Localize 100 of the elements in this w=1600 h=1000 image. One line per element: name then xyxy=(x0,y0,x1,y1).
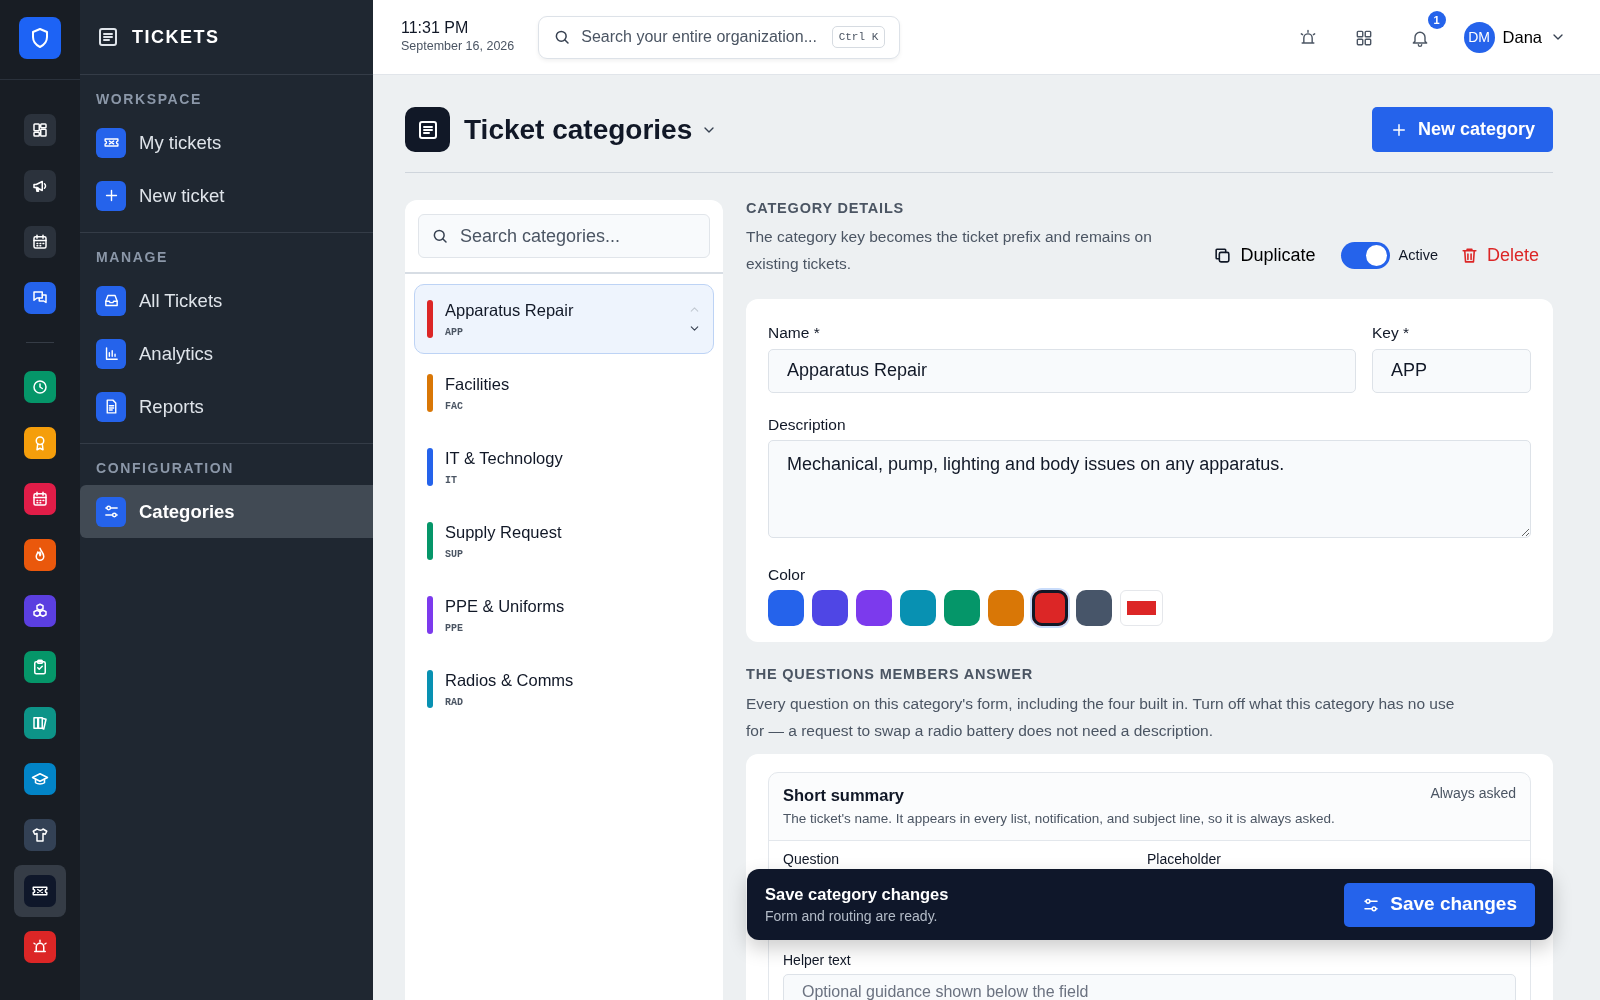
rail-app-button[interactable] xyxy=(24,819,56,851)
field-label: Key * xyxy=(1372,323,1411,344)
color-swatch[interactable] xyxy=(900,590,936,627)
rail-app-button[interactable] xyxy=(24,595,56,627)
category-search-field[interactable]: Search categories... xyxy=(458,221,697,251)
rail-app-button[interactable] xyxy=(24,763,56,795)
list-icon xyxy=(96,25,120,49)
shirt-icon xyxy=(31,826,49,844)
rail-app-button[interactable] xyxy=(24,483,56,515)
inbox-icon xyxy=(102,292,120,309)
category-item[interactable]: IT & Technology IT xyxy=(414,432,714,502)
clock-icon xyxy=(31,378,49,396)
category-item[interactable]: Radios & Comms RAD xyxy=(414,654,714,724)
book-icon xyxy=(31,714,49,732)
rail-app-button[interactable] xyxy=(24,707,56,739)
category-search-bar[interactable]: Search categories... xyxy=(418,214,710,258)
global-search-bar[interactable]: Search your entire organization... Ctrl K xyxy=(538,15,901,59)
category-item[interactable]: PPE & Uniforms PPE xyxy=(414,580,714,650)
sliders-icon xyxy=(102,503,120,520)
color-swatch[interactable] xyxy=(1076,590,1112,627)
question-description: The ticket's name. It appears in every list, notification, and subject line, so it is always asked. xyxy=(783,810,1336,829)
question-title: Short summary xyxy=(783,784,905,806)
field-label: Placeholder xyxy=(1147,849,1221,869)
category-key: FAC xyxy=(445,398,701,414)
category-name: PPE & Uniforms xyxy=(445,596,566,618)
category-key: IT xyxy=(445,472,701,488)
section-heading: CONFIGURATION xyxy=(95,459,235,478)
copy-icon xyxy=(1213,246,1233,266)
sidebar-item[interactable]: My tickets xyxy=(80,116,373,169)
page-title: Ticket categories xyxy=(464,112,693,147)
clipboard-icon xyxy=(31,658,49,676)
category-name: Facilities xyxy=(445,374,511,396)
color-swatch[interactable] xyxy=(944,590,980,627)
category-name: Radios & Comms xyxy=(445,670,575,692)
sidebar-item[interactable]: Reports xyxy=(80,380,373,433)
field-label: Helper text xyxy=(783,950,852,970)
color-swatch[interactable] xyxy=(768,590,804,627)
active-toggle[interactable] xyxy=(1341,242,1391,270)
sidebar-item[interactable]: Analytics xyxy=(80,327,373,380)
rail-app-button[interactable] xyxy=(24,114,56,146)
cubes-icon xyxy=(31,602,49,620)
logo[interactable] xyxy=(19,17,61,59)
section-heading: THE QUESTIONS MEMBERS ANSWER xyxy=(746,666,1034,684)
date-text: September 16, 2026 xyxy=(401,38,515,56)
category-name: IT & Technology xyxy=(445,448,564,470)
notification-count: 1 xyxy=(1427,11,1446,29)
rail-app-button[interactable] xyxy=(24,651,56,683)
always-asked-label: Always asked xyxy=(1430,783,1516,803)
color-swatch[interactable] xyxy=(856,590,892,627)
rail-app-button[interactable] xyxy=(24,931,56,963)
delete-button[interactable]: Delete xyxy=(1459,242,1539,270)
color-swatch[interactable] xyxy=(988,590,1024,627)
duplicate-button[interactable]: Duplicate xyxy=(1213,242,1316,270)
rail-app-button[interactable] xyxy=(24,282,56,314)
name-field[interactable]: Apparatus Repair xyxy=(768,348,1356,393)
sidebar-item[interactable]: Categories xyxy=(80,485,373,538)
description-field[interactable]: Mechanical, pump, lighting and body issues on any apparatus. xyxy=(768,439,1531,538)
avatar: DM xyxy=(1463,21,1495,53)
section-heading: WORKSPACE xyxy=(95,90,203,109)
category-key: PPE xyxy=(445,620,701,636)
save-bar-subtitle: Form and routing are ready. xyxy=(765,907,939,927)
rail-app-button[interactable] xyxy=(24,371,56,403)
category-name: Supply Request xyxy=(445,522,563,544)
section-heading: CATEGORY DETAILS xyxy=(746,200,906,218)
graduation-cap-icon xyxy=(31,770,49,788)
helper-text-field[interactable]: Optional guidance shown below the field xyxy=(783,973,1516,1000)
trash-icon xyxy=(1459,246,1479,266)
category-key: RAD xyxy=(445,694,701,710)
save-changes-button[interactable]: Save changes xyxy=(1344,882,1535,927)
category-item[interactable]: Apparatus Repair APP xyxy=(414,284,714,354)
sidebar-title: TICKETS xyxy=(132,25,220,49)
rail-app-button[interactable] xyxy=(24,226,56,258)
rail-app-button[interactable] xyxy=(24,875,56,907)
dashboard-icon xyxy=(31,121,49,139)
rail-app-button[interactable] xyxy=(24,539,56,571)
rail-app-button[interactable] xyxy=(24,170,56,202)
category-item[interactable]: Supply Request SUP xyxy=(414,506,714,576)
key-field[interactable]: APP xyxy=(1372,348,1531,393)
calendar-icon xyxy=(31,233,49,251)
clock-time: 11:31 PM xyxy=(401,18,470,38)
save-bar-title: Save category changes xyxy=(765,883,949,905)
field-label: Name * xyxy=(768,323,821,344)
field-label: Description xyxy=(768,414,847,435)
calendar-icon xyxy=(31,490,49,508)
sidebar-item[interactable]: New ticket xyxy=(80,169,373,222)
user-menu[interactable]: DM Dana xyxy=(1457,20,1572,54)
custom-color-picker[interactable] xyxy=(1120,590,1163,627)
new-category-button[interactable]: New category xyxy=(1371,107,1553,152)
color-swatch[interactable] xyxy=(1032,590,1068,627)
field-label: Color xyxy=(768,564,807,585)
color-swatch[interactable] xyxy=(812,590,848,627)
rail-app-button[interactable] xyxy=(24,427,56,459)
section-heading: MANAGE xyxy=(95,248,169,267)
category-key: SUP xyxy=(445,546,701,562)
category-name: Apparatus Repair xyxy=(445,300,575,322)
category-item[interactable]: Facilities FAC xyxy=(414,358,714,428)
search-icon xyxy=(431,227,449,245)
category-key: APP xyxy=(445,324,676,340)
section-description: The category key becomes the ticket prefix and remains on existing tickets. xyxy=(746,227,1153,275)
sidebar-item[interactable]: All Tickets xyxy=(80,274,373,327)
